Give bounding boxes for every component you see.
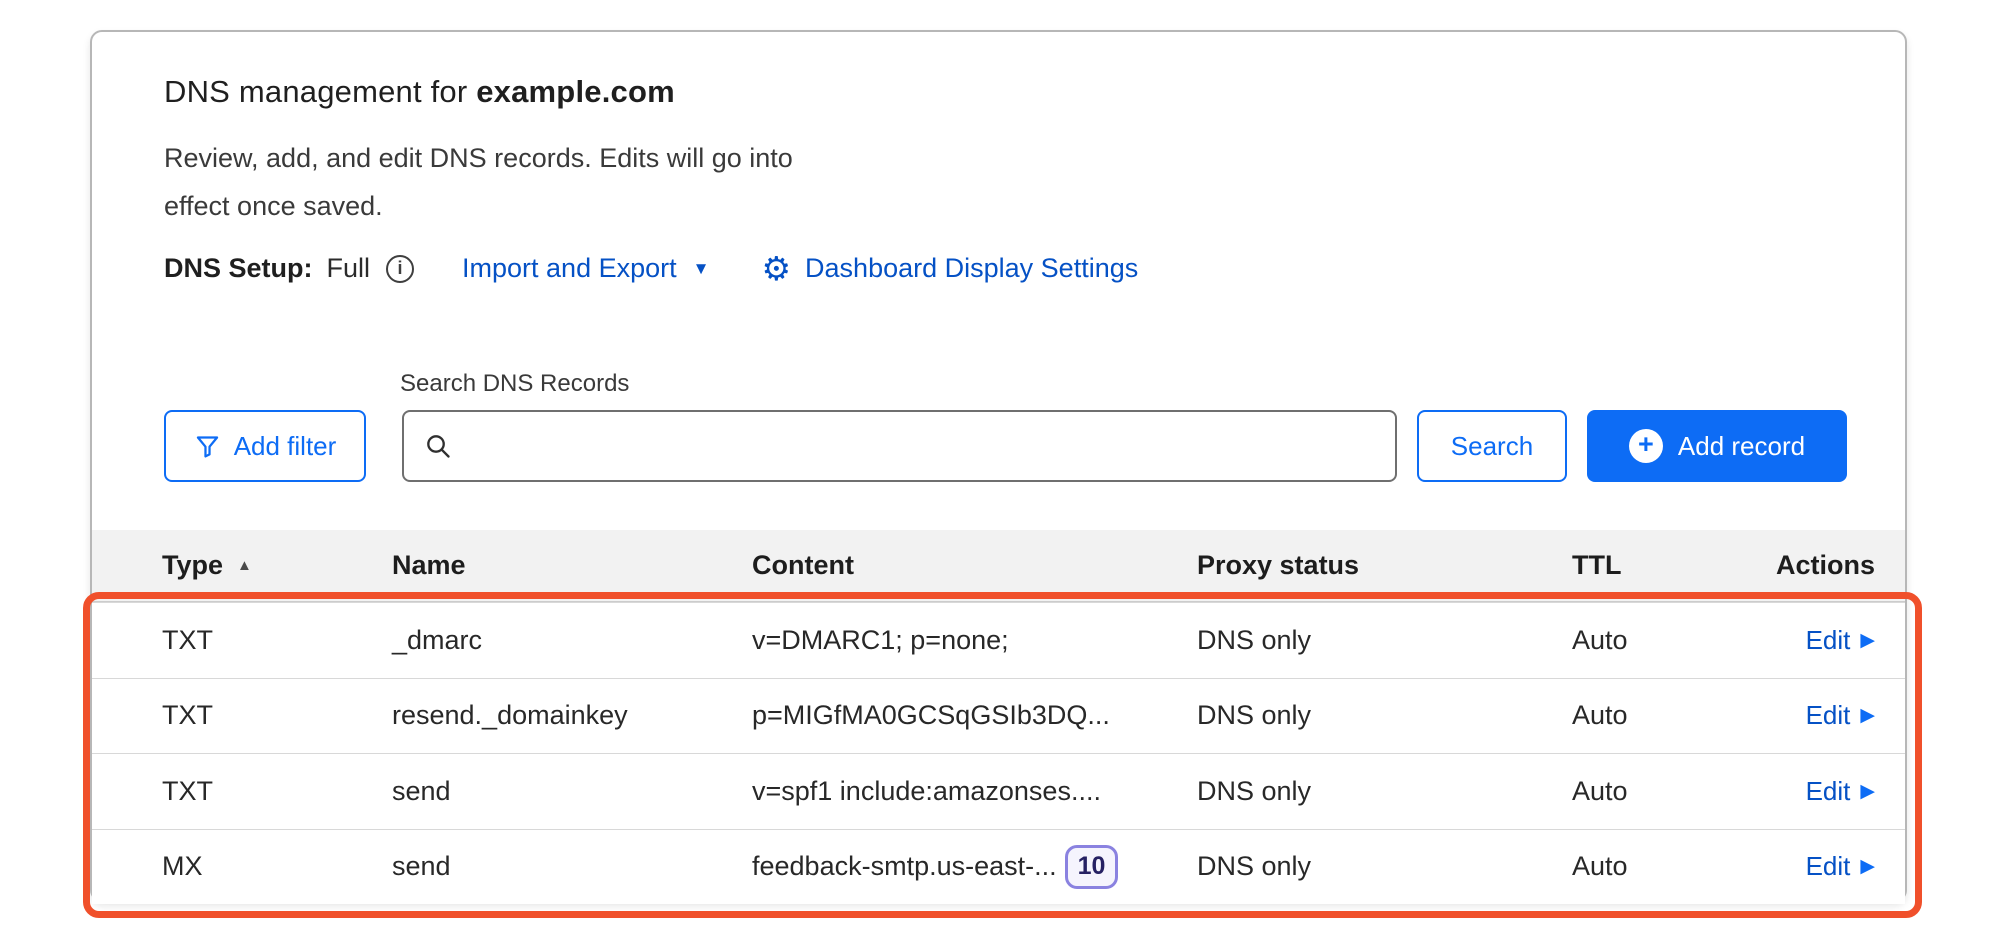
search-input[interactable] bbox=[402, 410, 1397, 482]
page-title-prefix: DNS management for bbox=[164, 74, 476, 109]
dashboard-display-settings-link[interactable]: Dashboard Display Settings bbox=[761, 252, 1138, 285]
record-content: p=MIGfMA0GCSqGSIb3DQ... bbox=[752, 700, 1197, 731]
dns-records-table: Type Name Content Proxy status TTL Actio… bbox=[92, 530, 1905, 904]
page-subtitle: Review, add, and edit DNS records. Edits… bbox=[164, 134, 794, 230]
column-header-ttl: TTL bbox=[1572, 550, 1762, 581]
record-ttl: Auto bbox=[1572, 625, 1762, 656]
record-actions: Edit bbox=[1806, 776, 1875, 807]
gear-icon bbox=[761, 252, 791, 285]
page-title: DNS management for example.com bbox=[164, 74, 675, 110]
add-record-button[interactable]: Add record bbox=[1587, 410, 1847, 482]
record-proxy-status: DNS only bbox=[1197, 700, 1572, 731]
dashboard-display-settings-label: Dashboard Display Settings bbox=[805, 253, 1138, 284]
record-name: resend._domainkey bbox=[392, 700, 752, 731]
import-export-label: Import and Export bbox=[462, 253, 677, 284]
column-header-proxy-status: Proxy status bbox=[1197, 550, 1572, 581]
import-export-link[interactable]: Import and Export bbox=[462, 253, 709, 284]
chevron-right-icon bbox=[1860, 780, 1875, 803]
add-filter-button[interactable]: Add filter bbox=[164, 410, 366, 482]
record-name: send bbox=[392, 776, 752, 807]
page-title-domain: example.com bbox=[476, 74, 675, 109]
table-row: TXT _dmarc v=DMARC1; p=none; DNS only Au… bbox=[92, 602, 1905, 678]
record-name: _dmarc bbox=[392, 625, 752, 656]
edit-label: Edit bbox=[1806, 776, 1851, 807]
record-ttl: Auto bbox=[1572, 700, 1762, 731]
record-actions: Edit bbox=[1806, 851, 1875, 882]
column-header-content: Content bbox=[752, 550, 1197, 581]
edit-label: Edit bbox=[1806, 625, 1851, 656]
search-dns-records-label: Search DNS Records bbox=[400, 370, 629, 398]
record-type: TXT bbox=[162, 776, 392, 807]
dns-setup-value: Full bbox=[327, 253, 371, 284]
record-proxy-status: DNS only bbox=[1197, 851, 1572, 882]
record-type: TXT bbox=[162, 625, 392, 656]
info-icon[interactable] bbox=[386, 255, 414, 283]
edit-label: Edit bbox=[1806, 700, 1851, 731]
record-proxy-status: DNS only bbox=[1197, 776, 1572, 807]
dns-management-page: DNS management for example.com Review, a… bbox=[0, 0, 2012, 936]
mx-priority-badge: 10 bbox=[1065, 845, 1119, 889]
record-content: feedback-smtp.us-east-... 10 bbox=[752, 845, 1197, 889]
table-header-row: Type Name Content Proxy status TTL Actio… bbox=[92, 530, 1905, 602]
dns-setup-label: DNS Setup: bbox=[164, 253, 313, 284]
record-ttl: Auto bbox=[1572, 851, 1762, 882]
sort-ascending-icon bbox=[237, 557, 252, 574]
record-actions: Edit bbox=[1806, 700, 1875, 731]
table-row: MX send feedback-smtp.us-east-... 10 DNS… bbox=[92, 829, 1905, 905]
record-name: send bbox=[392, 851, 752, 882]
column-header-type[interactable]: Type bbox=[162, 550, 392, 581]
table-row: TXT send v=spf1 include:amazonses.... DN… bbox=[92, 753, 1905, 829]
chevron-right-icon bbox=[1860, 629, 1875, 652]
edit-label: Edit bbox=[1806, 851, 1851, 882]
record-type: MX bbox=[162, 851, 392, 882]
column-header-type-label: Type bbox=[162, 550, 223, 581]
toolbar: Add filter Search Add record bbox=[92, 410, 1905, 482]
column-header-actions: Actions bbox=[1776, 550, 1875, 581]
record-proxy-status: DNS only bbox=[1197, 625, 1572, 656]
chevron-right-icon bbox=[1860, 855, 1875, 878]
search-button[interactable]: Search bbox=[1417, 410, 1567, 482]
add-record-label: Add record bbox=[1678, 431, 1805, 462]
table-row: TXT resend._domainkey p=MIGfMA0GCSqGSIb3… bbox=[92, 678, 1905, 754]
edit-record-link[interactable]: Edit bbox=[1806, 776, 1875, 807]
plus-circle-icon bbox=[1629, 429, 1663, 463]
column-header-name: Name bbox=[392, 550, 752, 581]
dns-management-card: DNS management for example.com Review, a… bbox=[90, 30, 1907, 902]
chevron-right-icon bbox=[1860, 704, 1875, 727]
record-content: v=spf1 include:amazonses.... bbox=[752, 776, 1197, 807]
record-ttl: Auto bbox=[1572, 776, 1762, 807]
record-content: v=DMARC1; p=none; bbox=[752, 625, 1197, 656]
record-content-text: feedback-smtp.us-east-... bbox=[752, 851, 1057, 882]
chevron-down-icon bbox=[693, 259, 710, 279]
add-filter-label: Add filter bbox=[234, 431, 337, 462]
record-type: TXT bbox=[162, 700, 392, 731]
record-actions: Edit bbox=[1806, 625, 1875, 656]
edit-record-link[interactable]: Edit bbox=[1806, 625, 1875, 656]
edit-record-link[interactable]: Edit bbox=[1806, 700, 1875, 731]
edit-record-link[interactable]: Edit bbox=[1806, 851, 1875, 882]
dns-setup-row: DNS Setup: Full Import and Export Dashbo… bbox=[164, 252, 1138, 285]
search-button-label: Search bbox=[1451, 431, 1533, 462]
filter-funnel-icon bbox=[194, 433, 221, 460]
